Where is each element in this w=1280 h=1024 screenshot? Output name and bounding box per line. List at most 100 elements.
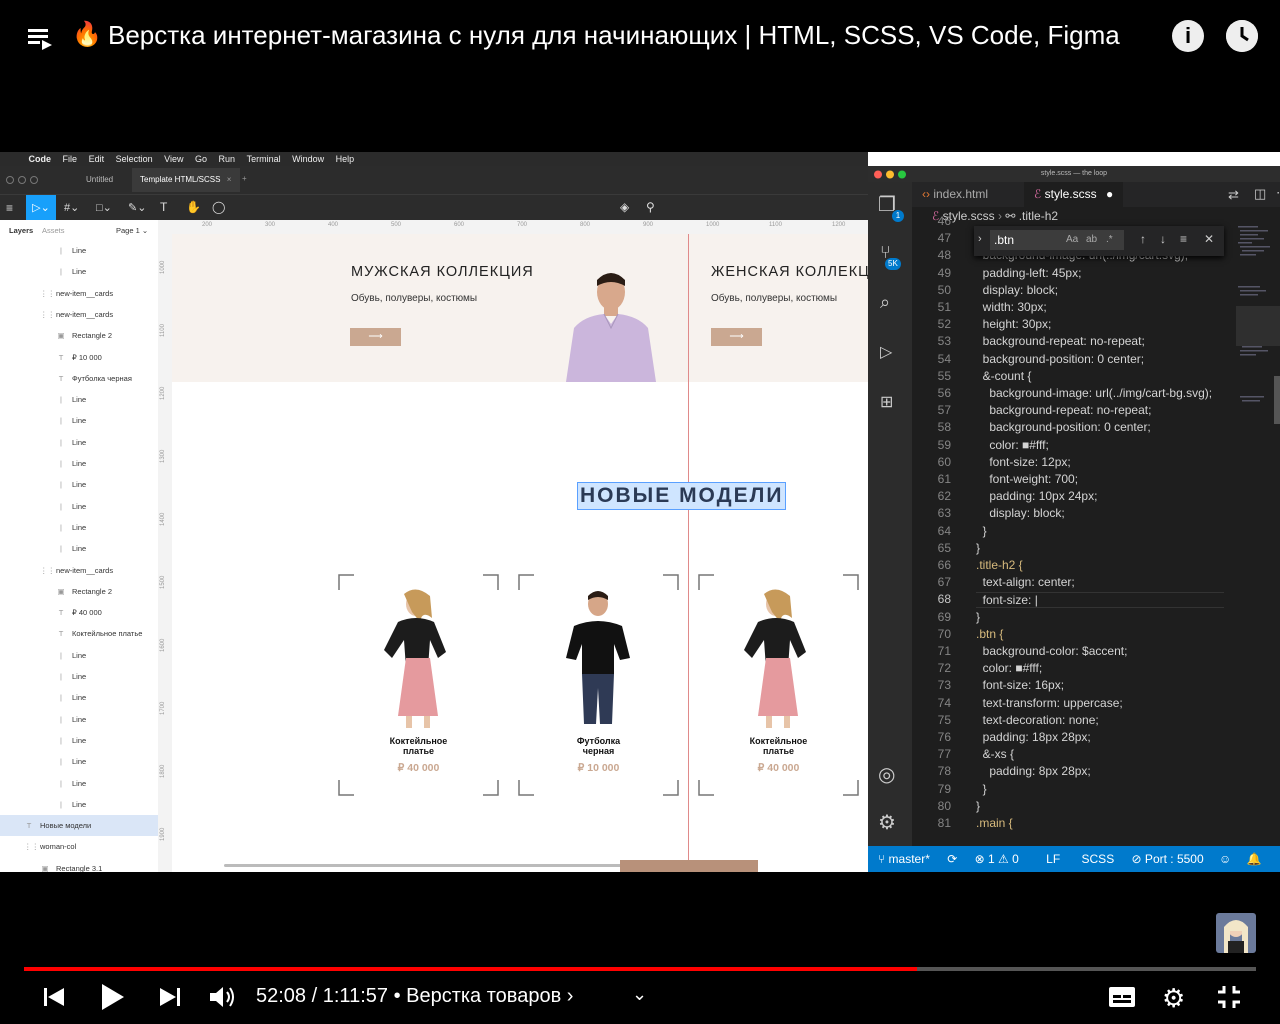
code-line[interactable]: text-transform: uppercase;	[976, 696, 1123, 710]
code-line[interactable]: padding: 18px 28px;	[976, 730, 1091, 744]
code-line[interactable]: font-size: |	[976, 592, 1224, 609]
search-icon[interactable]: ⌕	[880, 292, 890, 313]
code-line[interactable]: display: block;	[976, 506, 1064, 520]
move-tool-icon[interactable]: ▷⌄	[26, 195, 56, 221]
run-debug-icon[interactable]: ▷	[880, 342, 892, 362]
settings-gear-icon[interactable]: ⚙	[878, 810, 896, 835]
layer-item[interactable]: ⋮⋮woman-col	[0, 836, 182, 857]
toggle-replace-icon[interactable]: ›	[978, 233, 982, 245]
code-line[interactable]: background-image: url(../img/cart-bg.svg…	[976, 386, 1212, 400]
frame-tool-icon[interactable]: #⌄	[64, 201, 79, 214]
code-line[interactable]: .main {	[976, 816, 1013, 830]
exit-fullscreen-icon[interactable]	[1216, 984, 1242, 1015]
menu-view[interactable]: View	[164, 152, 183, 166]
menu-selection[interactable]: Selection	[116, 152, 153, 166]
link-icon[interactable]: ⚲	[646, 200, 655, 214]
hand-tool-icon[interactable]: ✋	[186, 200, 201, 214]
eol-indicator[interactable]: LF	[1046, 852, 1060, 866]
code-line[interactable]: }	[976, 524, 987, 538]
play-icon[interactable]	[98, 982, 126, 1017]
info-icon[interactable]: i	[1172, 20, 1204, 52]
tab-untitled[interactable]: Untitled	[86, 175, 113, 184]
close-icon[interactable]: ×	[227, 175, 232, 184]
component-icon[interactable]: ◈	[620, 200, 629, 214]
new-tab-icon[interactable]: +	[242, 174, 247, 183]
code-editor[interactable]: 46 47 48 background-image: url(../img/cart…	[912, 214, 1232, 846]
figma-canvas[interactable]: МУЖСКАЯ КОЛЛЕКЦИЯ Обувь, полуверы, костю…	[172, 234, 868, 872]
menu-terminal[interactable]: Terminal	[247, 152, 281, 166]
menu-icon[interactable]: ≡	[6, 201, 13, 215]
minimap[interactable]	[1234, 226, 1280, 846]
playlist-icon[interactable]	[26, 24, 54, 52]
layer-item[interactable]: T Новые модели	[0, 815, 182, 837]
new-models-heading[interactable]: НОВЫЕ МОДЕЛИ	[577, 482, 787, 510]
tab-index-html[interactable]: ‹› index.html	[912, 182, 998, 207]
code-line[interactable]: }	[976, 782, 987, 796]
code-line[interactable]: &-count {	[976, 369, 1032, 383]
menu-go[interactable]: Go	[195, 152, 207, 166]
menu-edit[interactable]: Edit	[89, 152, 105, 166]
product-card[interactable]: Коктейльное платье ₽ 40 000	[338, 574, 499, 796]
code-line[interactable]: padding: 8px 28px;	[976, 764, 1090, 778]
watch-later-icon[interactable]	[1226, 20, 1258, 52]
code-line[interactable]: .title-h2 {	[976, 558, 1023, 572]
breadcrumb-symbol[interactable]: .title-h2	[1019, 209, 1058, 223]
menu-help[interactable]: Help	[336, 152, 355, 166]
code-line[interactable]: }	[976, 799, 980, 813]
code-line[interactable]: background-position: 0 center;	[976, 352, 1144, 366]
more-actions-icon[interactable]: ⋯	[1276, 185, 1280, 201]
window-controls[interactable]	[6, 176, 46, 184]
find-input[interactable]: .btn Aa ab .*	[990, 230, 1124, 250]
tab-style-scss[interactable]: ℰ style.scss ●	[1024, 182, 1124, 207]
code-line[interactable]: .btn {	[976, 627, 1003, 641]
code-line[interactable]: background-repeat: no-repeat;	[976, 334, 1145, 348]
code-line[interactable]: font-size: 12px;	[976, 455, 1070, 469]
product-card[interactable]: Коктейльное платье ₽ 40 000	[698, 574, 859, 796]
traffic-lights[interactable]	[874, 170, 914, 179]
sync-icon[interactable]: ⟳	[947, 852, 957, 866]
language-indicator[interactable]: SCSS	[1082, 852, 1115, 866]
find-in-selection-icon[interactable]: ≡	[1180, 232, 1187, 246]
feedback-icon[interactable]: ☺	[1219, 852, 1231, 866]
next-match-icon[interactable]: ↓	[1160, 232, 1166, 246]
code-line[interactable]: background-repeat: no-repeat;	[976, 403, 1151, 417]
code-line[interactable]: }	[976, 541, 980, 555]
live-server-port[interactable]: ⊘ Port : 5500	[1132, 852, 1204, 866]
menu-code[interactable]: Code	[29, 152, 52, 166]
code-line[interactable]: background-color: $accent;	[976, 644, 1128, 658]
code-line[interactable]: font-size: 16px;	[976, 678, 1064, 692]
menu-file[interactable]: File	[63, 152, 78, 166]
close-find-icon[interactable]: ✕	[1204, 232, 1214, 246]
regex-icon[interactable]: .*	[1106, 230, 1113, 250]
code-line[interactable]: &-xs {	[976, 747, 1014, 761]
chevron-down-icon[interactable]: ⌄	[632, 984, 647, 1005]
channel-avatar[interactable]	[1216, 913, 1256, 953]
volume-icon[interactable]	[208, 984, 236, 1015]
previous-match-icon[interactable]: ↑	[1140, 232, 1146, 246]
comment-tool-icon[interactable]: ◯	[212, 200, 225, 214]
code-line[interactable]: width: 30px;	[976, 300, 1047, 314]
tab-layers[interactable]: Layers	[9, 226, 33, 235]
text-tool-icon[interactable]: T	[160, 200, 167, 214]
git-branch[interactable]: master*	[889, 852, 930, 866]
unsaved-dot-icon[interactable]: ●	[1106, 187, 1113, 201]
code-line[interactable]: height: 30px;	[976, 317, 1052, 331]
shape-tool-icon[interactable]: □⌄	[96, 201, 112, 214]
code-line[interactable]: padding: 10px 24px;	[976, 489, 1097, 503]
error-count[interactable]: ⊗ 1	[975, 852, 995, 866]
video-frame[interactable]: Code File Edit Selection View Go Run Ter…	[0, 152, 1280, 872]
code-line[interactable]: text-align: center;	[976, 575, 1075, 589]
notifications-icon[interactable]: 🔔	[1247, 852, 1262, 866]
menu-run[interactable]: Run	[219, 152, 236, 166]
whole-word-icon[interactable]: ab	[1086, 230, 1097, 250]
code-line[interactable]: font-weight: 700;	[976, 472, 1078, 486]
settings-icon[interactable]: ⚙	[1162, 983, 1185, 1014]
next-icon[interactable]	[158, 985, 182, 1014]
code-line[interactable]: display: block;	[976, 283, 1058, 297]
warning-count[interactable]: ⚠ 0	[998, 852, 1019, 866]
women-collection-banner[interactable]: ЖЕНСКАЯ КОЛЛЕКЦ Обувь, полуверы, костюмы…	[688, 234, 868, 382]
chapter-title[interactable]: • Верстка товаров ›	[394, 985, 574, 1007]
code-line[interactable]: }	[976, 610, 980, 624]
men-collection-banner[interactable]: МУЖСКАЯ КОЛЛЕКЦИЯ Обувь, полуверы, костю…	[172, 234, 688, 382]
extensions-icon[interactable]: ⊞	[880, 392, 893, 412]
